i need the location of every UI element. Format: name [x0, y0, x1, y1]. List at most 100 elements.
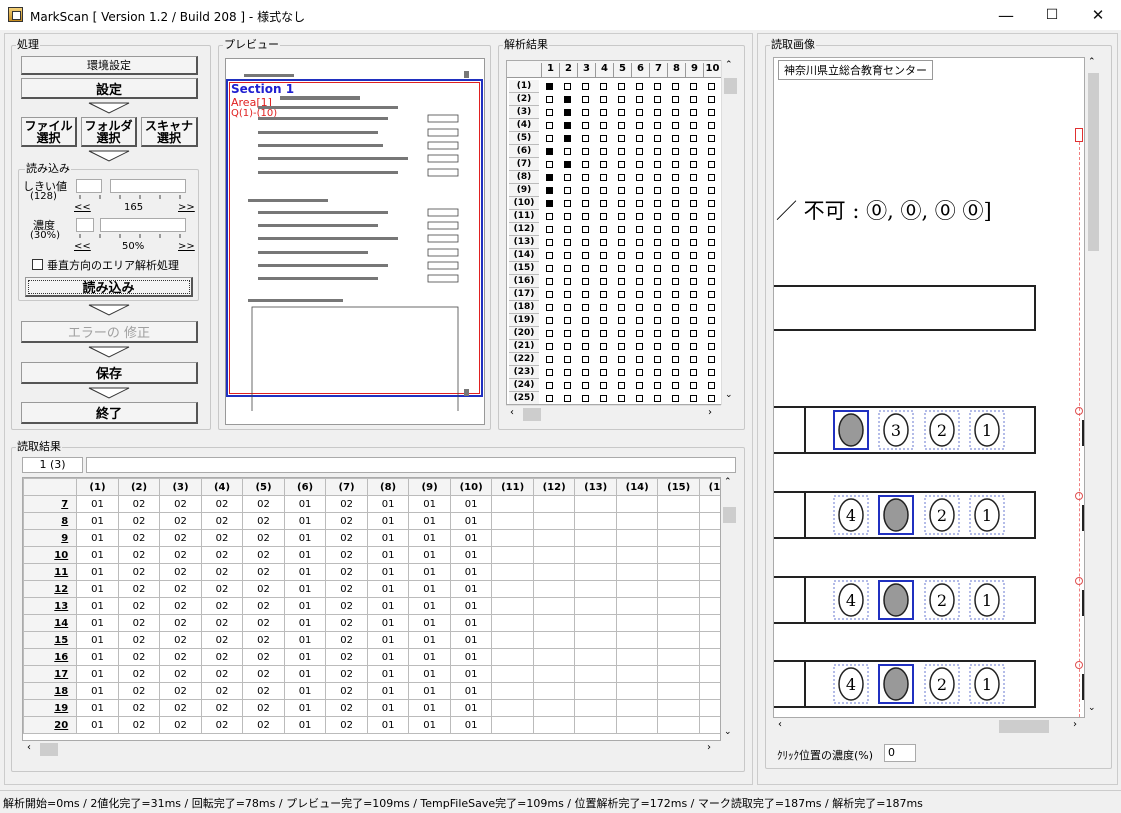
- mark-cell[interactable]: [618, 109, 625, 116]
- vertical-area-checkbox[interactable]: [32, 259, 43, 270]
- mark-cell[interactable]: [618, 382, 625, 389]
- results-cell[interactable]: 01: [283, 580, 327, 598]
- mark-cell[interactable]: [564, 83, 571, 90]
- results-cell[interactable]: [698, 597, 720, 615]
- mark-cell[interactable]: [582, 291, 589, 298]
- mark-cell[interactable]: [672, 304, 679, 311]
- mark-cell[interactable]: [600, 395, 607, 402]
- results-cell[interactable]: 02: [242, 665, 285, 683]
- mark-cell[interactable]: [618, 135, 625, 142]
- mark-cell[interactable]: [564, 317, 571, 324]
- mark-cell[interactable]: [636, 252, 643, 259]
- mark-cell[interactable]: [672, 200, 679, 207]
- mark-cell[interactable]: [672, 83, 679, 90]
- mark-cell[interactable]: [564, 174, 571, 181]
- results-cell[interactable]: 01: [449, 716, 493, 734]
- mark-cell[interactable]: [690, 291, 697, 298]
- results-cell[interactable]: 01: [283, 546, 327, 564]
- mark-cell[interactable]: [564, 226, 571, 233]
- analysis-grid[interactable]: 1 2 3 4 5 6 7 8 9 10 (1) (2) (3) (4) (5) (6) (7) (8) (9) (1…: [506, 60, 738, 405]
- results-row-header[interactable]: 11: [23, 563, 78, 581]
- results-row-header[interactable]: 17: [23, 665, 78, 683]
- mark-cell[interactable]: [690, 200, 697, 207]
- results-cell[interactable]: 02: [325, 529, 368, 547]
- mark-cell[interactable]: [582, 174, 589, 181]
- results-cell[interactable]: 01: [408, 546, 451, 564]
- mark-cell[interactable]: [654, 161, 661, 168]
- mark-cell[interactable]: [582, 148, 589, 155]
- results-cell[interactable]: 01: [449, 682, 493, 700]
- mark-cell[interactable]: [690, 356, 697, 363]
- results-col-header[interactable]: (6): [283, 478, 327, 496]
- scanner-select-button[interactable]: スキャナ 選択: [141, 117, 198, 147]
- results-cell[interactable]: [491, 529, 534, 547]
- mark-cell[interactable]: [582, 265, 589, 272]
- folder-select-button[interactable]: フォルダ 選択: [81, 117, 137, 147]
- mark-cell[interactable]: [600, 187, 607, 194]
- results-cell[interactable]: 02: [159, 563, 202, 581]
- results-cell[interactable]: 01: [449, 648, 493, 666]
- results-cell[interactable]: 01: [76, 631, 119, 649]
- results-cell[interactable]: 01: [449, 597, 493, 615]
- mark-cell[interactable]: [618, 304, 625, 311]
- mark-cell[interactable]: [564, 109, 571, 116]
- results-cell[interactable]: 02: [200, 682, 244, 700]
- results-cell[interactable]: [491, 546, 534, 564]
- results-cell[interactable]: [574, 580, 617, 598]
- mark-cell[interactable]: [654, 382, 661, 389]
- mark-cell[interactable]: [708, 330, 715, 337]
- results-cell[interactable]: [615, 563, 659, 581]
- mark-cell[interactable]: [564, 382, 571, 389]
- results-cell[interactable]: 01: [408, 597, 451, 615]
- mark-cell[interactable]: [618, 148, 625, 155]
- results-cell[interactable]: [615, 699, 659, 717]
- mark-cell[interactable]: [636, 265, 643, 272]
- results-cell[interactable]: 02: [325, 614, 368, 632]
- results-cell[interactable]: [615, 495, 659, 513]
- results-cell[interactable]: [615, 648, 659, 666]
- results-cell[interactable]: [491, 495, 534, 513]
- results-cell[interactable]: 01: [366, 546, 410, 564]
- results-cell[interactable]: 02: [159, 631, 202, 649]
- results-cell[interactable]: 02: [325, 631, 368, 649]
- results-cell[interactable]: 01: [76, 614, 119, 632]
- results-cell[interactable]: [657, 631, 700, 649]
- mark-cell[interactable]: [708, 148, 715, 155]
- results-cell[interactable]: [657, 648, 700, 666]
- mark-cell[interactable]: [582, 343, 589, 350]
- results-cell[interactable]: [657, 580, 700, 598]
- mark-cell[interactable]: [546, 304, 553, 311]
- results-row-header[interactable]: 9: [23, 529, 78, 547]
- mark-cell[interactable]: [564, 96, 571, 103]
- results-row-header[interactable]: 16: [23, 648, 78, 666]
- mark-cell[interactable]: [582, 96, 589, 103]
- mark-cell[interactable]: [564, 330, 571, 337]
- threshold-scroll-right[interactable]: >>: [178, 202, 195, 213]
- mark-cell[interactable]: [708, 382, 715, 389]
- mark-cell[interactable]: [690, 226, 697, 233]
- results-cell[interactable]: [491, 631, 534, 649]
- mark-cell[interactable]: [654, 330, 661, 337]
- mark-cell[interactable]: [618, 174, 625, 181]
- results-cell[interactable]: 02: [159, 682, 202, 700]
- mark-cell[interactable]: [600, 226, 607, 233]
- results-cell[interactable]: 01: [283, 563, 327, 581]
- mark-cell[interactable]: [654, 239, 661, 246]
- analysis-vscrollbar[interactable]: ⌃ ⌄: [721, 60, 738, 405]
- results-cell[interactable]: 01: [283, 631, 327, 649]
- mark-cell[interactable]: [672, 278, 679, 285]
- results-cell[interactable]: [698, 648, 720, 666]
- results-cell[interactable]: [657, 699, 700, 717]
- mark-cell[interactable]: [546, 317, 553, 324]
- mark-cell[interactable]: [618, 291, 625, 298]
- mark-cell[interactable]: [690, 174, 697, 181]
- results-cell[interactable]: 01: [76, 512, 119, 530]
- table-row[interactable]: 18 01 02 02 02 02 01 02 01 01 01: [23, 682, 720, 700]
- mark-cell[interactable]: [546, 395, 553, 402]
- threshold-input[interactable]: [76, 179, 102, 193]
- results-row-header[interactable]: 7: [23, 495, 78, 513]
- mark-cell[interactable]: [546, 174, 553, 181]
- results-cell[interactable]: 02: [325, 665, 368, 683]
- mark-cell[interactable]: [600, 265, 607, 272]
- results-cell[interactable]: 01: [366, 614, 410, 632]
